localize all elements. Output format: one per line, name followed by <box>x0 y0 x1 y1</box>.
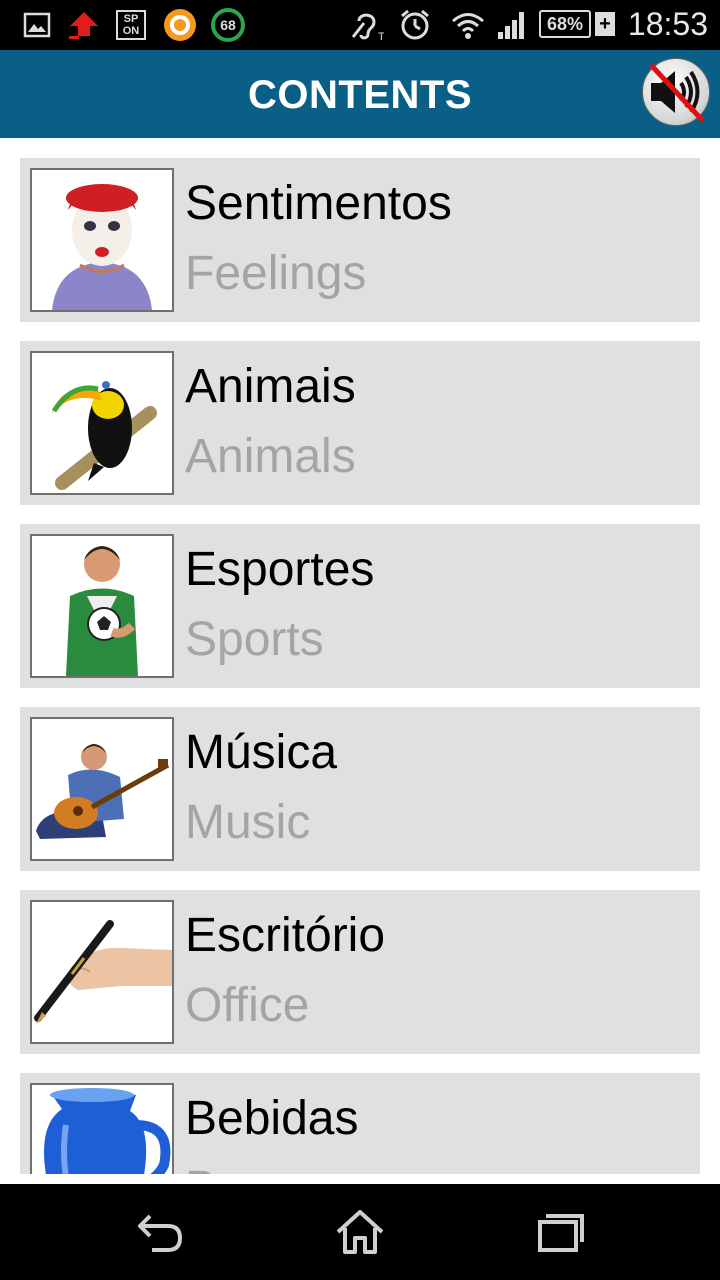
status-bar: SP ON 68 T 68% + 18:53 <box>0 0 720 50</box>
gauge-value: 68 <box>220 17 236 33</box>
toucan-image <box>30 351 174 495</box>
soccer-player-image <box>30 534 174 678</box>
recents-icon <box>538 1214 584 1252</box>
signal-icon <box>495 8 529 42</box>
sound-toggle-button[interactable] <box>642 58 710 126</box>
home-button[interactable] <box>330 1206 390 1258</box>
list-item-animals[interactable]: Animais Animals <box>20 341 700 505</box>
category-title: Animais <box>185 360 356 413</box>
hand-writing-pen-image <box>30 900 174 1044</box>
wifi-icon <box>450 8 486 42</box>
svg-text:T: T <box>378 31 384 41</box>
navigation-bar <box>0 1184 720 1280</box>
gauge-68-icon: 68 <box>210 8 246 42</box>
speaker-muted-icon <box>649 63 705 123</box>
back-icon <box>138 1214 183 1252</box>
battery-indicator: 68% <box>539 10 591 38</box>
category-title: Bebidas <box>185 1092 359 1145</box>
alarm-icon <box>398 8 432 42</box>
category-subtitle: Animals <box>185 430 356 483</box>
on-label: ON <box>122 25 140 37</box>
home-icon <box>336 1210 384 1254</box>
clown-face-image <box>30 168 174 312</box>
list-item-music[interactable]: Música Music <box>20 707 700 871</box>
category-subtitle: Music <box>185 796 311 849</box>
category-subtitle: Office <box>185 979 310 1032</box>
sp-on-icon: SP ON <box>116 10 146 40</box>
page-title: CONTENTS <box>248 73 472 117</box>
category-title: Sentimentos <box>185 177 452 230</box>
guitar-player-image <box>30 717 174 861</box>
category-subtitle: Feelings <box>185 247 367 300</box>
hearing-aid-icon: T <box>350 8 384 42</box>
list-item-office[interactable]: Escritório Office <box>20 890 700 1054</box>
app-bar: CONTENTS <box>0 50 720 138</box>
battery-percent: 68% <box>546 13 584 34</box>
category-title: Escritório <box>185 909 386 962</box>
category-subtitle: Sports <box>185 613 324 666</box>
recents-button[interactable] <box>530 1206 590 1258</box>
app-circle-icon <box>162 8 198 42</box>
back-button[interactable] <box>130 1206 190 1258</box>
list-item-beverages[interactable]: Bebidas Beverages <box>20 1073 700 1174</box>
blue-pitcher-image <box>30 1083 174 1174</box>
category-title: Música <box>185 726 338 779</box>
category-title: Esportes <box>185 543 375 596</box>
list-item-feelings[interactable]: Sentimentos Feelings <box>20 158 700 322</box>
upload-icon <box>66 8 102 42</box>
clock: 18:53 <box>627 6 708 42</box>
gallery-icon <box>20 8 54 42</box>
category-list: Sentimentos Feelings Animais Animals Esp… <box>0 138 720 1174</box>
list-item-sports[interactable]: Esportes Sports <box>20 524 700 688</box>
category-subtitle: Beverages <box>185 1161 414 1174</box>
sp-label: SP <box>123 13 139 25</box>
charging-icon: + <box>595 12 615 36</box>
